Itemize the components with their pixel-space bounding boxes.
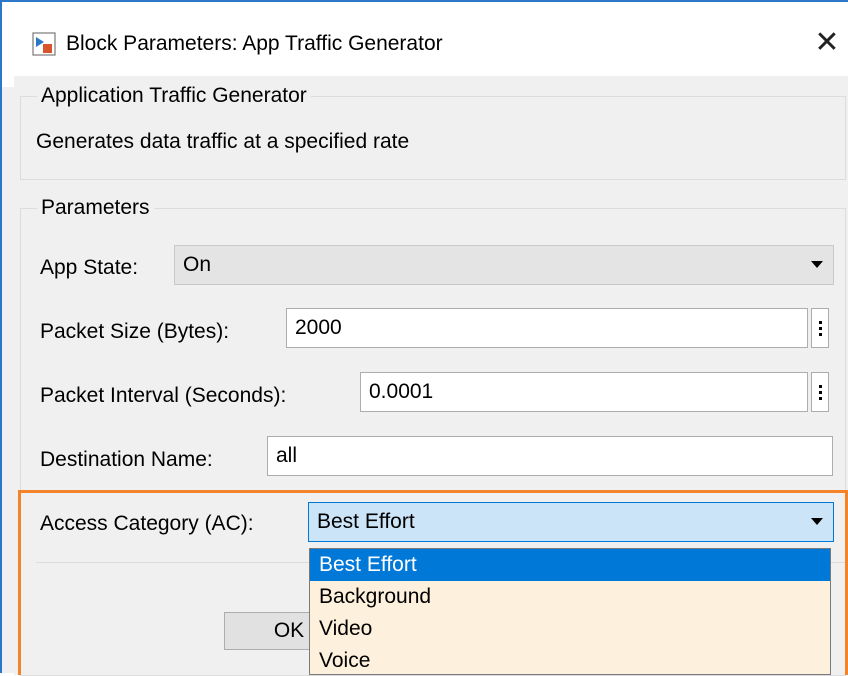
packet-interval-label: Packet Interval (Seconds): <box>40 384 287 407</box>
destination-name-input[interactable]: all <box>267 436 833 476</box>
window-title: Block Parameters: App Traffic Generator <box>66 32 443 55</box>
packet-size-more-button[interactable] <box>811 308 829 348</box>
dialog-content: Application Traffic Generator Generates … <box>14 76 848 676</box>
dialog-window: Block Parameters: App Traffic Generator … <box>0 0 848 676</box>
app-state-select[interactable]: On <box>174 245 834 285</box>
dropdown-option-best-effort[interactable]: Best Effort <box>310 549 830 581</box>
close-icon[interactable]: ✕ <box>810 24 844 62</box>
packet-size-input[interactable]: 2000 <box>286 308 808 348</box>
access-category-dropdown-list: Best Effort Background Video Voice <box>309 548 831 675</box>
dropdown-option-background[interactable]: Background <box>310 581 830 613</box>
dropdown-option-voice[interactable]: Voice <box>310 645 830 674</box>
description-legend: Application Traffic Generator <box>41 84 307 107</box>
parameters-legend: Parameters <box>41 196 150 219</box>
packet-size-label: Packet Size (Bytes): <box>40 320 230 343</box>
packet-interval-more-button[interactable] <box>811 372 829 412</box>
description-text: Generates data traffic at a specified ra… <box>36 130 410 153</box>
packet-interval-input[interactable]: 0.0001 <box>360 372 808 412</box>
app-state-label: App State: <box>40 256 139 279</box>
app-state-value: On <box>183 253 212 276</box>
chevron-down-icon <box>811 261 823 268</box>
dropdown-option-video[interactable]: Video <box>310 613 830 645</box>
simulink-block-icon <box>32 32 56 56</box>
destination-name-label: Destination Name: <box>40 448 213 471</box>
title-bar: Block Parameters: App Traffic Generator … <box>2 2 848 87</box>
